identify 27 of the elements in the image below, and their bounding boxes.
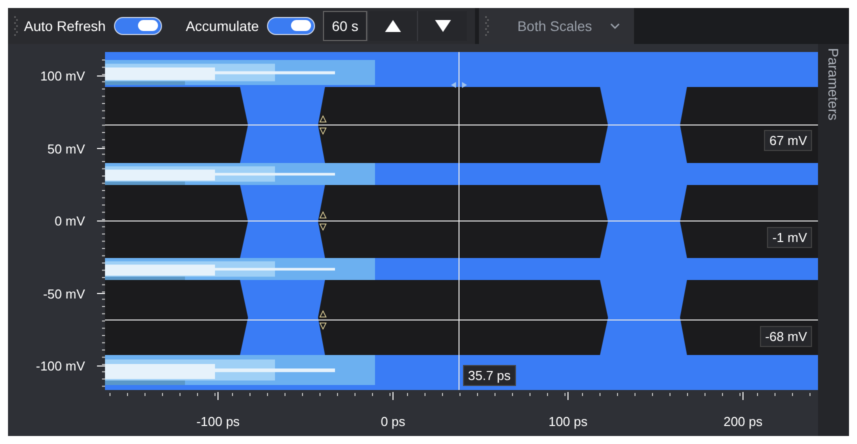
y-axis-label: -100 mV [36,358,85,374]
y-axis-label: 50 mV [47,141,85,156]
y-axis-label: 100 mV [40,68,85,84]
increase-button[interactable] [367,11,418,41]
scale-dropdown[interactable]: Both Scales [479,8,634,44]
cursor-readout: 67 mV [764,130,812,151]
x-axis-label: 0 ps [380,414,406,429]
interval-field[interactable]: 60 s [322,11,368,41]
cursor-readout: -68 mV [760,326,812,347]
up-triangle-icon [384,20,401,32]
down-triangle-icon [434,20,451,32]
toggle-label: Accumulate [186,18,259,34]
x-axis-label: 200 ps [723,414,763,429]
time-readout: 35.7 ps [463,365,516,386]
parameters-tab[interactable]: Parameters [826,48,842,120]
y-axis-label: 0 mV [54,214,85,228]
grip-icon[interactable] [485,15,490,37]
toggle-switch[interactable] [114,17,162,35]
cursor-readout: -1 mV [767,227,812,248]
decrease-button[interactable] [417,11,468,41]
x-axis-label: -100 ps [196,414,240,429]
grip-icon[interactable] [14,15,18,37]
x-axis-label: 100 ps [548,414,588,429]
y-axis-label: -50 mV [43,286,85,301]
toggle-switch[interactable] [266,17,315,35]
toggle-label: Auto Refresh [24,18,106,34]
chevron-down-icon [610,23,620,29]
